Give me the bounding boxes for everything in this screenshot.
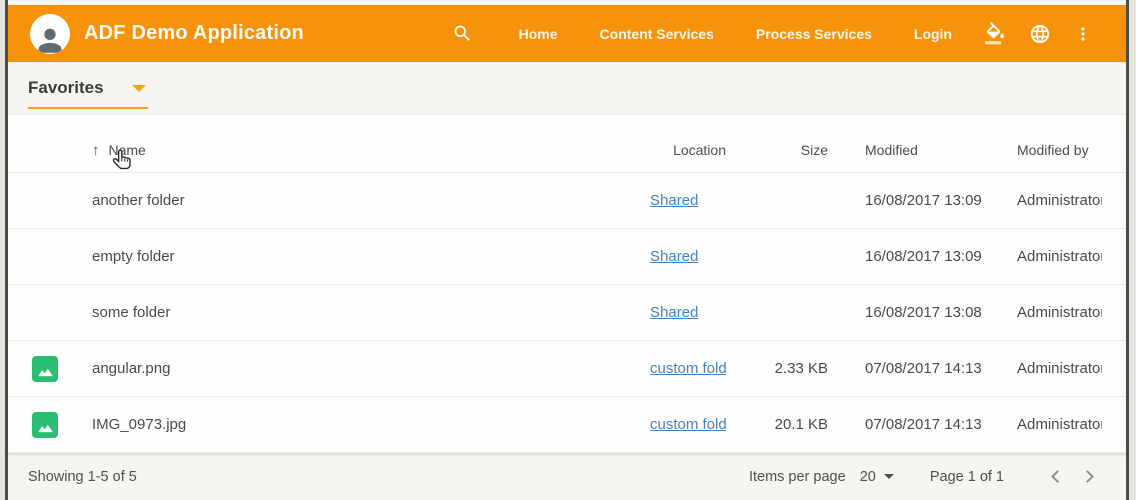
location-link[interactable]: custom folder [650,360,726,377]
modified-date: 16/08/2017 13:09 [828,192,990,209]
nav-home[interactable]: Home [498,16,579,52]
search-icon[interactable] [441,15,484,52]
nav-login[interactable]: Login [893,16,973,52]
more-menu-icon[interactable] [1062,16,1104,52]
document-list: ↑Name Location Size Modified Modified by… [8,115,1126,453]
nav-content-services[interactable]: Content Services [579,16,735,52]
page-count-label: Page 1 of 1 [930,469,1004,485]
app-header: ADF Demo Application Home Content Servic… [8,5,1126,62]
items-per-page-value: 20 [860,469,876,485]
nav-process-services[interactable]: Process Services [735,16,893,52]
table-row[interactable]: empty folder Shared 16/08/2017 13:09 Adm… [8,229,1126,285]
file-type-icon [32,356,92,382]
header-actions: Home Content Services Process Services L… [441,14,1104,53]
location-link[interactable]: Shared [650,304,698,321]
file-size: 2.33 KB [726,360,828,377]
view-switcher-bar: Favorites [8,62,1126,115]
file-name[interactable]: another folder [92,192,586,209]
column-header-modified[interactable]: Modified [828,142,990,158]
location-link[interactable]: Shared [650,248,698,265]
table-body: another folder Shared 16/08/2017 13:09 A… [8,173,1126,453]
table-row[interactable]: angular.png custom folder 2.33 KB 07/08/… [8,341,1126,397]
language-globe-icon[interactable] [1018,15,1062,53]
modified-date: 07/08/2017 14:13 [828,416,990,433]
file-size: 20.1 KB [726,416,828,433]
items-per-page-label: Items per page [749,469,846,485]
user-avatar-icon [30,14,70,54]
table-row[interactable]: another folder Shared 16/08/2017 13:09 A… [8,173,1126,229]
modified-date: 16/08/2017 13:08 [828,304,990,321]
file-name[interactable]: some folder [92,304,586,321]
modified-by: Administrator [990,416,1102,433]
column-header-size[interactable]: Size [726,142,828,158]
table-header-row: ↑Name Location Size Modified Modified by [8,128,1126,173]
pagination-footer: Showing 1-5 of 5 Items per page 20 Page … [8,453,1126,500]
showing-range-label: Showing 1-5 of 5 [28,469,137,485]
modified-by: Administrator [990,304,1102,321]
modified-date: 07/08/2017 14:13 [828,360,990,377]
file-type-icon [32,412,92,438]
items-per-page-select[interactable]: 20 [860,469,894,485]
file-name[interactable]: IMG_0973.jpg [92,416,586,433]
table-row[interactable]: some folder Shared 16/08/2017 13:08 Admi… [8,285,1126,341]
modified-by: Administrator [990,248,1102,265]
previous-page-button[interactable] [1038,460,1072,494]
modified-by: Administrator [990,192,1102,209]
column-header-location[interactable]: Location [586,142,726,158]
favorites-label: Favorites [28,78,104,98]
favorites-dropdown[interactable]: Favorites [28,78,148,109]
chevron-down-icon [132,85,146,92]
location-link[interactable]: Shared [650,192,698,209]
chevron-down-icon [884,474,894,479]
location-link[interactable]: custom folder [650,416,726,433]
next-page-button[interactable] [1072,460,1106,494]
file-name[interactable]: angular.png [92,360,586,377]
app-title: ADF Demo Application [84,22,304,45]
image-file-icon [32,356,58,382]
app-window: ADF Demo Application Home Content Servic… [5,0,1129,500]
sort-ascending-icon: ↑ [92,142,100,159]
table-row[interactable]: IMG_0973.jpg custom folder 20.1 KB 07/08… [8,397,1126,453]
modified-by: Administrator [990,360,1102,377]
column-header-name[interactable]: ↑Name [92,142,586,159]
theme-color-fill-icon[interactable] [973,14,1018,53]
modified-date: 16/08/2017 13:09 [828,248,990,265]
image-file-icon [32,412,58,438]
person-icon [33,23,67,54]
file-name[interactable]: empty folder [92,248,586,265]
cursor-hand-icon [111,148,135,179]
column-header-modified-by[interactable]: Modified by [990,142,1102,158]
